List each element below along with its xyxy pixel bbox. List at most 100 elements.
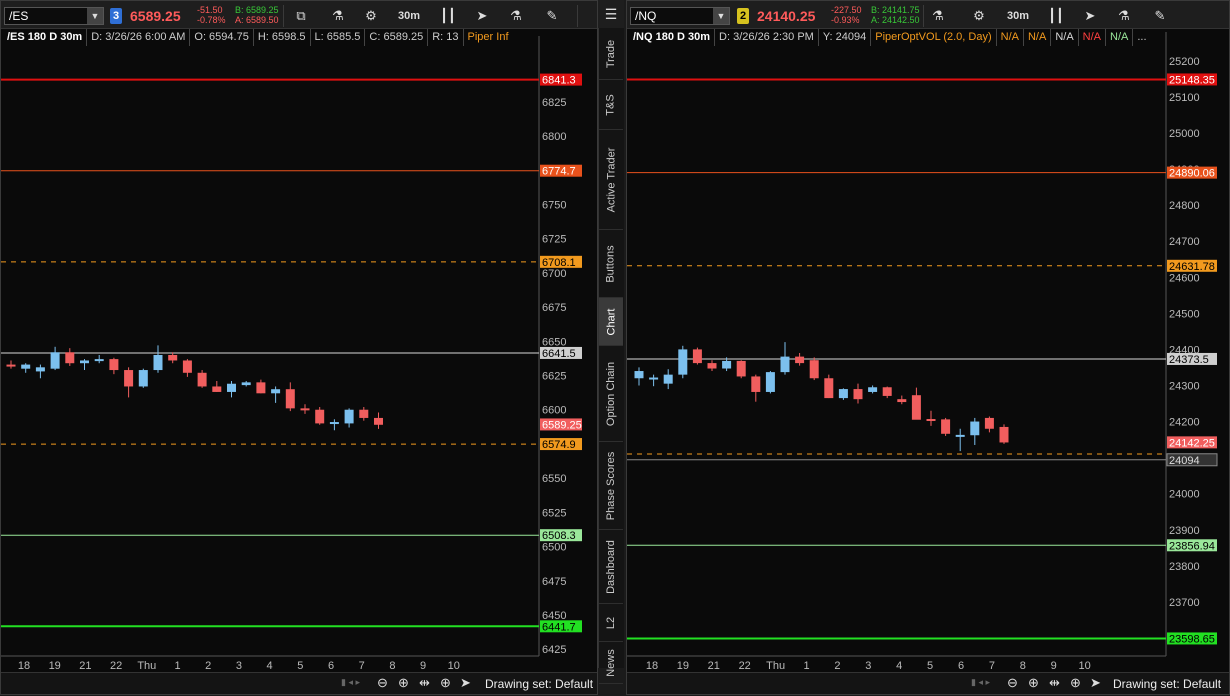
candle-down bbox=[911, 395, 921, 420]
x-tick-label: 22 bbox=[110, 660, 122, 672]
side-tab-label: Phase Scores bbox=[605, 451, 618, 520]
candle-up bbox=[241, 382, 251, 386]
candle-down bbox=[212, 386, 222, 392]
y-tick-label: 6600 bbox=[542, 405, 566, 417]
y-tick-label: 6475 bbox=[542, 576, 566, 588]
drawing-set-label[interactable]: Drawing set: Default bbox=[485, 677, 593, 691]
side-tab-phase-scores[interactable]: Phase Scores bbox=[599, 442, 623, 530]
candle-up bbox=[35, 367, 45, 372]
candle-down bbox=[897, 399, 907, 403]
fit-icon[interactable]: ⇹ bbox=[419, 675, 430, 691]
level-tag-label: 24631.78 bbox=[1169, 261, 1215, 273]
y-tick-label: 6725 bbox=[542, 234, 566, 246]
level-tag-label: 24094 bbox=[1169, 455, 1200, 467]
x-tick-label: 1 bbox=[174, 660, 180, 672]
y-tick-label: 25000 bbox=[1169, 128, 1200, 140]
candle-up bbox=[765, 372, 775, 392]
candle-down bbox=[751, 376, 761, 392]
side-tab-label: News bbox=[605, 648, 618, 677]
side-tab-trade[interactable]: Trade bbox=[599, 28, 623, 80]
crosshair-icon[interactable]: ⊕ bbox=[1070, 675, 1081, 691]
x-tick-label: 18 bbox=[18, 660, 30, 672]
x-tick-label: 5 bbox=[927, 660, 933, 672]
candle-down bbox=[285, 389, 295, 409]
x-tick-label: 10 bbox=[448, 660, 460, 672]
side-tab-label: T&S bbox=[605, 93, 617, 116]
crosshair-icon[interactable]: ⊕ bbox=[440, 675, 451, 691]
side-tab-label: L2 bbox=[605, 616, 617, 629]
y-tick-label: 24300 bbox=[1169, 380, 1200, 392]
y-tick-label: 6700 bbox=[542, 268, 566, 280]
candle-up bbox=[868, 387, 878, 392]
x-tick-label: 10 bbox=[1078, 660, 1090, 672]
candle-up bbox=[138, 370, 148, 387]
scroll-bar[interactable]: ▮ ◂ ▸ bbox=[971, 677, 990, 688]
side-tab-chart[interactable]: Chart bbox=[599, 298, 623, 346]
side-tab-t-s[interactable]: T&S bbox=[599, 80, 623, 130]
drawing-set-label[interactable]: Drawing set: Default bbox=[1113, 677, 1221, 691]
y-tick-label: 6525 bbox=[542, 507, 566, 519]
candle-up bbox=[50, 352, 60, 369]
x-tick-label: 6 bbox=[958, 660, 964, 672]
fit-icon[interactable]: ⇹ bbox=[1049, 675, 1060, 691]
candle-down bbox=[256, 382, 266, 394]
candle-up bbox=[780, 356, 790, 373]
y-tick-label: 6675 bbox=[542, 302, 566, 314]
es-price-chart[interactable]: 6825680067756750672567006675665066256600… bbox=[1, 1, 599, 696]
y-tick-label: 24200 bbox=[1169, 417, 1200, 429]
candle-up bbox=[634, 371, 644, 379]
level-tag-label: 24373.5 bbox=[1169, 354, 1209, 366]
x-tick-label: 4 bbox=[267, 660, 273, 672]
y-tick-label: 25200 bbox=[1169, 56, 1200, 68]
zoom-out-icon[interactable]: ⊖ bbox=[1007, 675, 1018, 691]
y-tick-label: 24600 bbox=[1169, 272, 1200, 284]
pointer-icon[interactable]: ➤ bbox=[1090, 675, 1101, 691]
candle-up bbox=[838, 389, 848, 399]
y-tick-label: 6650 bbox=[542, 336, 566, 348]
candle-down bbox=[853, 389, 863, 400]
x-tick-label: 7 bbox=[359, 660, 365, 672]
side-tab-label: Buttons bbox=[605, 244, 617, 283]
x-tick-label: 9 bbox=[420, 660, 426, 672]
y-tick-label: 24500 bbox=[1169, 308, 1200, 320]
side-tab-dashboard[interactable]: Dashboard bbox=[599, 530, 623, 604]
candle-down bbox=[315, 409, 325, 424]
scroll-bar[interactable]: ▮ ◂ ▸ bbox=[341, 677, 360, 688]
x-tick-label: 8 bbox=[389, 660, 395, 672]
level-tag-label: 23856.94 bbox=[1169, 540, 1215, 552]
side-tab-option-chain[interactable]: Option Chain bbox=[599, 346, 623, 442]
pointer-icon[interactable]: ➤ bbox=[460, 675, 471, 691]
side-tab-buttons[interactable]: Buttons bbox=[599, 230, 623, 298]
candle-down bbox=[374, 417, 383, 425]
candle-down bbox=[809, 360, 819, 379]
zoom-out-icon[interactable]: ⊖ bbox=[377, 675, 388, 691]
level-tag-label: 24890.06 bbox=[1169, 168, 1215, 180]
side-tab-l2[interactable]: L2 bbox=[599, 604, 623, 642]
y-tick-label: 6750 bbox=[542, 200, 566, 212]
y-tick-label: 6625 bbox=[542, 371, 566, 383]
zoom-in-icon[interactable]: ⊕ bbox=[1028, 675, 1039, 691]
candle-up bbox=[970, 421, 980, 436]
x-tick-label: 1 bbox=[803, 660, 809, 672]
level-tag-label: 6841.3 bbox=[542, 75, 576, 87]
side-tab-active-trader[interactable]: Active Trader bbox=[599, 130, 623, 230]
y-tick-label: 6800 bbox=[542, 131, 566, 143]
zoom-in-icon[interactable]: ⊕ bbox=[398, 675, 409, 691]
x-tick-label: 19 bbox=[49, 660, 61, 672]
x-tick-label: 9 bbox=[1051, 660, 1057, 672]
nq-price-chart[interactable]: 2520025100250002490024800247002460024500… bbox=[627, 1, 1230, 696]
level-tag-label: 6574.9 bbox=[542, 439, 576, 451]
y-tick-label: 6500 bbox=[542, 542, 566, 554]
side-tab-news[interactable]: News bbox=[599, 642, 623, 684]
level-tag-label: 6589.25 bbox=[542, 419, 582, 431]
level-tag-label: 6641.5 bbox=[542, 348, 576, 360]
side-tab-label: Active Trader bbox=[605, 147, 617, 212]
side-tab-label: Option Chain bbox=[605, 361, 617, 426]
level-tag-label: 6508.3 bbox=[542, 530, 576, 542]
x-tick-label: 2 bbox=[834, 660, 840, 672]
y-tick-label: 6425 bbox=[542, 644, 566, 656]
candle-up bbox=[649, 377, 659, 380]
candle-down bbox=[941, 419, 951, 434]
side-tab-strip: Trade T&S Active Trader Buttons Chart Option … bbox=[598, 28, 624, 684]
hamburger-menu-icon[interactable]: ☰ bbox=[598, 0, 624, 28]
